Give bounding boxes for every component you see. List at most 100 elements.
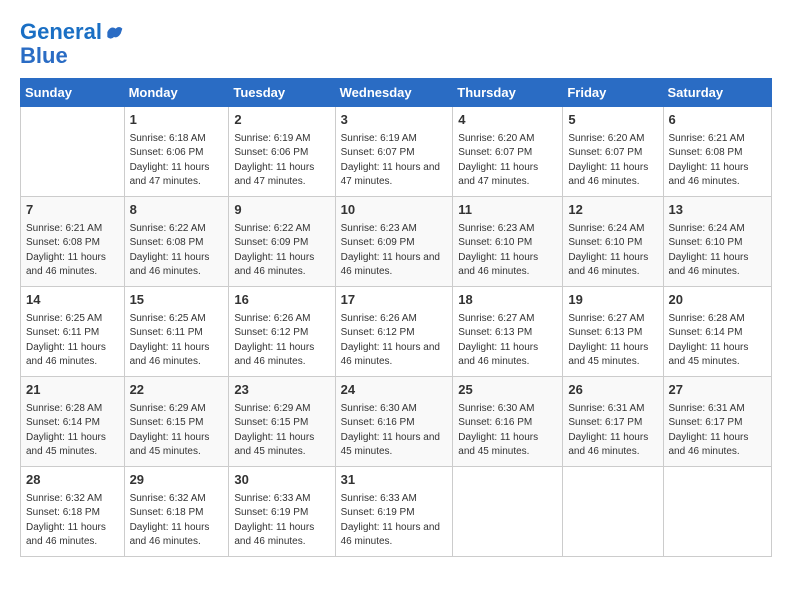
day-number: 2: [234, 111, 329, 129]
day-number: 5: [568, 111, 657, 129]
day-info: Sunrise: 6:28 AM Sunset: 6:14 PM Dayligh…: [26, 402, 119, 460]
day-info: Sunrise: 6:31 AM Sunset: 6:17 PM Dayligh…: [568, 402, 657, 460]
weekday-header-friday: Friday: [563, 79, 663, 107]
day-number: 12: [568, 201, 657, 219]
day-number: 10: [341, 201, 448, 219]
day-number: 30: [234, 471, 329, 489]
day-info: Sunrise: 6:33 AM Sunset: 6:19 PM Dayligh…: [341, 492, 448, 550]
calendar-cell: 14Sunrise: 6:25 AM Sunset: 6:11 PM Dayli…: [21, 287, 125, 377]
calendar-cell: 12 Sunrise: 6:24 AM Sunset: 6:10 PM Dayli…: [563, 197, 663, 287]
day-number: 19: [568, 291, 657, 309]
day-number: 31: [341, 471, 448, 489]
day-info: Sunrise: 6:31 AM Sunset: 6:17 PM Dayligh…: [669, 402, 767, 460]
weekday-header-thursday: Thursday: [453, 79, 563, 107]
day-number: 26: [568, 381, 657, 399]
calendar-cell: 28 Sunrise: 6:32 AM Sunset: 6:18 PM Dayli…: [21, 467, 125, 557]
day-info: Sunrise: 6:32 AM Sunset: 6:18 PM Dayligh…: [130, 492, 224, 550]
day-number: 6: [669, 111, 767, 129]
page-header: General Blue: [20, 20, 772, 68]
day-number: 21: [26, 381, 119, 399]
day-number: 20: [669, 291, 767, 309]
day-number: 8: [130, 201, 224, 219]
calendar-cell: 20 Sunrise: 6:28 AM Sunset: 6:14 PM Dayli…: [663, 287, 772, 377]
calendar-cell: 4 Sunrise: 6:20 AM Sunset: 6:07 PM Daylig…: [453, 107, 563, 197]
day-number: 15: [130, 291, 224, 309]
day-info: Sunrise: 6:18 AM Sunset: 6:06 PM Dayligh…: [130, 132, 224, 190]
day-info: Sunrise: 6:30 AM Sunset: 6:16 PM Dayligh…: [341, 402, 448, 460]
calendar-cell: 24 Sunrise: 6:30 AM Sunset: 6:16 PM Dayli…: [335, 377, 453, 467]
calendar-cell: 15 Sunrise: 6:25 AM Sunset: 6:11 PM Dayli…: [124, 287, 229, 377]
day-number: 7: [26, 201, 119, 219]
calendar-cell: 30 Sunrise: 6:33 AM Sunset: 6:19 PM Dayli…: [229, 467, 335, 557]
week-row-1: 1 Sunrise: 6:18 AM Sunset: 6:06 PM Daylig…: [21, 107, 772, 197]
day-info: Sunrise: 6:22 AM Sunset: 6:08 PM Dayligh…: [130, 222, 224, 280]
day-info: Sunrise: 6:20 AM Sunset: 6:07 PM Dayligh…: [458, 132, 557, 190]
weekday-header-sunday: Sunday: [21, 79, 125, 107]
day-info: Sunrise: 6:23 AM Sunset: 6:09 PM Dayligh…: [341, 222, 448, 280]
day-info: Sunrise: 6:23 AM Sunset: 6:10 PM Dayligh…: [458, 222, 557, 280]
day-info: Sunrise: 6:25 AM Sunset: 6:11 PM Dayligh…: [130, 312, 224, 370]
day-info: Sunrise: 6:27 AM Sunset: 6:13 PM Dayligh…: [458, 312, 557, 370]
calendar-cell: 3 Sunrise: 6:19 AM Sunset: 6:07 PM Daylig…: [335, 107, 453, 197]
calendar-cell: 16Sunrise: 6:26 AM Sunset: 6:12 PM Dayli…: [229, 287, 335, 377]
calendar-cell: 31 Sunrise: 6:33 AM Sunset: 6:19 PM Dayli…: [335, 467, 453, 557]
day-info: Sunrise: 6:26 AM Sunset: 6:12 PM Dayligh…: [341, 312, 448, 370]
calendar-cell: 11Sunrise: 6:23 AM Sunset: 6:10 PM Dayli…: [453, 197, 563, 287]
day-number: 3: [341, 111, 448, 129]
calendar-cell: 19 Sunrise: 6:27 AM Sunset: 6:13 PM Dayli…: [563, 287, 663, 377]
calendar-cell: [663, 467, 772, 557]
day-info: Sunrise: 6:19 AM Sunset: 6:07 PM Dayligh…: [341, 132, 448, 190]
day-number: 29: [130, 471, 224, 489]
day-number: 28: [26, 471, 119, 489]
calendar-cell: 9 Sunrise: 6:22 AM Sunset: 6:09 PM Daylig…: [229, 197, 335, 287]
calendar-cell: 1 Sunrise: 6:18 AM Sunset: 6:06 PM Daylig…: [124, 107, 229, 197]
day-info: Sunrise: 6:32 AM Sunset: 6:18 PM Dayligh…: [26, 492, 119, 550]
day-info: Sunrise: 6:33 AM Sunset: 6:19 PM Dayligh…: [234, 492, 329, 550]
day-info: Sunrise: 6:29 AM Sunset: 6:15 PM Dayligh…: [130, 402, 224, 460]
day-info: Sunrise: 6:24 AM Sunset: 6:10 PM Dayligh…: [568, 222, 657, 280]
day-info: Sunrise: 6:21 AM Sunset: 6:08 PM Dayligh…: [26, 222, 119, 280]
logo: General Blue: [20, 20, 124, 68]
day-number: 13: [669, 201, 767, 219]
day-info: Sunrise: 6:25 AM Sunset: 6:11 PM Dayligh…: [26, 312, 119, 370]
calendar-cell: 13Sunrise: 6:24 AM Sunset: 6:10 PM Dayli…: [663, 197, 772, 287]
calendar-cell: 23 Sunrise: 6:29 AM Sunset: 6:15 PM Dayli…: [229, 377, 335, 467]
weekday-header-monday: Monday: [124, 79, 229, 107]
calendar-cell: [563, 467, 663, 557]
calendar-cell: 8 Sunrise: 6:22 AM Sunset: 6:08 PM Daylig…: [124, 197, 229, 287]
day-number: 4: [458, 111, 557, 129]
week-row-4: 21 Sunrise: 6:28 AM Sunset: 6:14 PM Dayli…: [21, 377, 772, 467]
day-number: 25: [458, 381, 557, 399]
calendar-cell: 5 Sunrise: 6:20 AM Sunset: 6:07 PM Daylig…: [563, 107, 663, 197]
calendar-cell: 21 Sunrise: 6:28 AM Sunset: 6:14 PM Dayli…: [21, 377, 125, 467]
day-info: Sunrise: 6:27 AM Sunset: 6:13 PM Dayligh…: [568, 312, 657, 370]
week-row-2: 7 Sunrise: 6:21 AM Sunset: 6:08 PM Daylig…: [21, 197, 772, 287]
day-info: Sunrise: 6:22 AM Sunset: 6:09 PM Dayligh…: [234, 222, 329, 280]
day-number: 24: [341, 381, 448, 399]
day-number: 17: [341, 291, 448, 309]
day-number: 1: [130, 111, 224, 129]
day-info: Sunrise: 6:28 AM Sunset: 6:14 PM Dayligh…: [669, 312, 767, 370]
day-info: Sunrise: 6:20 AM Sunset: 6:07 PM Dayligh…: [568, 132, 657, 190]
week-row-5: 28 Sunrise: 6:32 AM Sunset: 6:18 PM Dayli…: [21, 467, 772, 557]
day-info: Sunrise: 6:26 AM Sunset: 6:12 PM Dayligh…: [234, 312, 329, 370]
day-number: 23: [234, 381, 329, 399]
calendar-cell: 2Sunrise: 6:19 AM Sunset: 6:06 PM Daylig…: [229, 107, 335, 197]
calendar-table: SundayMondayTuesdayWednesdayThursdayFrid…: [20, 78, 772, 557]
calendar-cell: 6Sunrise: 6:21 AM Sunset: 6:08 PM Daylig…: [663, 107, 772, 197]
calendar-cell: 26 Sunrise: 6:31 AM Sunset: 6:17 PM Dayli…: [563, 377, 663, 467]
day-info: Sunrise: 6:30 AM Sunset: 6:16 PM Dayligh…: [458, 402, 557, 460]
weekday-header-wednesday: Wednesday: [335, 79, 453, 107]
weekday-header-saturday: Saturday: [663, 79, 772, 107]
day-number: 22: [130, 381, 224, 399]
calendar-cell: 18Sunrise: 6:27 AM Sunset: 6:13 PM Dayli…: [453, 287, 563, 377]
calendar-cell: 27 Sunrise: 6:31 AM Sunset: 6:17 PM Dayli…: [663, 377, 772, 467]
calendar-cell: 17 Sunrise: 6:26 AM Sunset: 6:12 PM Dayli…: [335, 287, 453, 377]
calendar-cell: [453, 467, 563, 557]
calendar-cell: 25 Sunrise: 6:30 AM Sunset: 6:16 PM Dayli…: [453, 377, 563, 467]
day-number: 9: [234, 201, 329, 219]
day-info: Sunrise: 6:29 AM Sunset: 6:15 PM Dayligh…: [234, 402, 329, 460]
calendar-cell: [21, 107, 125, 197]
weekday-header-row: SundayMondayTuesdayWednesdayThursdayFrid…: [21, 79, 772, 107]
day-number: 27: [669, 381, 767, 399]
